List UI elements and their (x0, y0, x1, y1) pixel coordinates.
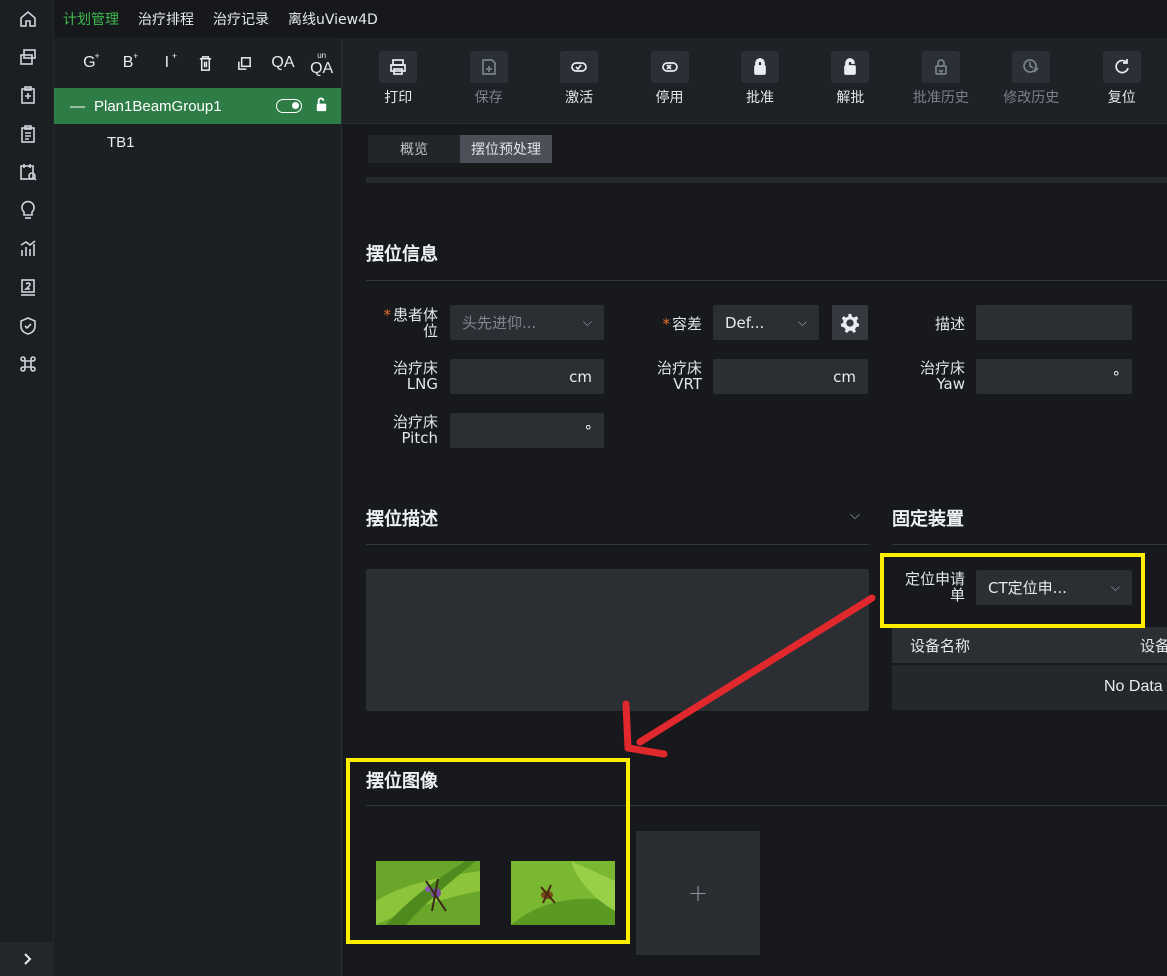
add-image-button[interactable]: I + (147, 48, 186, 78)
couch-vrt-input[interactable]: cm (713, 359, 868, 394)
setup-description-title: 摆位描述 (366, 509, 438, 530)
section-divider (366, 177, 1167, 183)
clock-edit-icon (1023, 59, 1039, 73)
approve-button[interactable]: 批准 (715, 38, 805, 107)
gear-icon (840, 313, 860, 333)
tab-plan-management[interactable]: 计划管理 (63, 9, 119, 29)
setup-info-title: 摆位信息 (366, 244, 438, 265)
couch-pitch-label: 治疗床 Pitch (392, 413, 438, 447)
fixation-table-header: 设备名称 设备参数 (892, 627, 1167, 663)
trash-icon (199, 55, 212, 71)
lock-history-icon (934, 59, 947, 75)
tree-toolbar: G + B + I + QA un QA (54, 38, 341, 88)
delete-button[interactable] (186, 48, 225, 78)
action-toolbar: 打印 保存 激活 停用 批准 解批 批准历史 修改历史 复位 (342, 38, 1167, 124)
patient-position-label: * 患者体位 (383, 306, 438, 340)
unlock-icon (314, 96, 341, 116)
reset-icon (1115, 59, 1129, 74)
plan-name: Plan1BeamGroup1 (94, 97, 222, 115)
tab-treatment-records[interactable]: 治疗记录 (213, 9, 269, 29)
clipboard-list-icon[interactable] (17, 123, 39, 145)
lock-icon (754, 58, 766, 75)
chevron-down-icon: ⌵ (582, 315, 592, 329)
shield-check-icon[interactable] (17, 315, 39, 337)
chevron-right-icon (24, 953, 32, 965)
save-icon (481, 59, 496, 75)
chevron-down-icon[interactable]: ⌵ (850, 508, 860, 523)
setup-description-divider (366, 544, 869, 545)
toggle-off-icon (661, 62, 678, 72)
description-label: 描述 (934, 315, 965, 333)
tree-item-tb1[interactable]: TB1 (54, 124, 341, 160)
col-device-name: 设备名称 (910, 636, 971, 655)
copy-icon (237, 56, 251, 70)
tolerance-label: * 容差 (662, 315, 702, 333)
calendar-search-icon[interactable] (17, 161, 39, 183)
clipboard-plus-icon[interactable] (17, 84, 39, 106)
printer-icon (390, 59, 407, 75)
print-button[interactable]: 打印 (353, 38, 443, 107)
tolerance-select[interactable]: Def... ⌵ (713, 305, 819, 340)
description-input[interactable] (976, 305, 1132, 340)
unapprove-button[interactable]: 解批 (805, 38, 895, 107)
collapse-icon[interactable]: — (70, 98, 85, 115)
fixation-divider (892, 544, 1167, 545)
sub-tabs: 概览 摆位预处理 (368, 135, 552, 163)
toggle-on-icon (571, 62, 587, 72)
fixation-device-title: 固定装置 (892, 509, 964, 530)
couch-vrt-label: 治疗床 VRT (656, 359, 702, 393)
chart-icon[interactable] (17, 238, 39, 260)
tab-treatment-schedule[interactable]: 治疗排程 (138, 9, 194, 29)
deactivate-button[interactable]: 停用 (624, 38, 714, 107)
expand-rail-button[interactable] (0, 942, 54, 976)
command-icon[interactable] (17, 353, 39, 375)
couch-yaw-label: 治疗床 Yaw (919, 359, 965, 393)
qa-button[interactable]: QA (264, 48, 303, 78)
save-button[interactable]: 保存 (443, 38, 533, 107)
highlight-ct-request (880, 553, 1145, 628)
tree-item-plan[interactable]: — Plan1BeamGroup1 (54, 88, 341, 124)
top-nav: 计划管理 治疗排程 治疗记录 离线uView4D (54, 0, 1167, 38)
highlight-setup-images (346, 758, 630, 944)
tab-setup-preprocess[interactable]: 摆位预处理 (460, 135, 552, 163)
col-device-params: 设备参数 (1139, 636, 1167, 655)
approve-history-button[interactable]: 批准历史 (896, 38, 986, 107)
activate-button[interactable]: 激活 (534, 38, 624, 107)
setup-info-divider (366, 280, 1167, 281)
patient-position-select[interactable]: 头先进仰... ⌵ (450, 305, 604, 340)
add-setup-image-button[interactable]: + (636, 831, 760, 955)
tolerance-settings-button[interactable] (832, 305, 868, 340)
duplicate-button[interactable] (225, 48, 264, 78)
add-beam-button[interactable]: B + (109, 48, 148, 78)
reset-button[interactable]: 复位 (1077, 38, 1167, 107)
copy-stack-icon[interactable] (17, 46, 39, 68)
left-rail (0, 0, 54, 976)
couch-yaw-input[interactable]: ° (976, 359, 1132, 394)
add-group-button[interactable]: G + (70, 48, 109, 78)
home-icon[interactable] (17, 8, 39, 30)
couch-lng-input[interactable]: cm (450, 359, 604, 394)
setup-description-textarea[interactable] (366, 569, 869, 711)
plan-tree-panel: G + B + I + QA un QA — Plan1BeamGroup1 TB1 (54, 38, 342, 976)
unlock-icon (844, 58, 857, 75)
tab-overview[interactable]: 概览 (368, 135, 460, 163)
modify-history-button[interactable]: 修改历史 (986, 38, 1076, 107)
fixation-table-empty: No Data (892, 665, 1167, 710)
couch-lng-label: 治疗床 LNG (392, 359, 438, 393)
tab-offline-uview4d[interactable]: 离线uView4D (288, 9, 378, 29)
lightbulb-icon[interactable] (17, 199, 39, 221)
couch-pitch-input[interactable]: ° (450, 413, 604, 448)
un-qa-button[interactable]: un QA (302, 48, 341, 78)
badge-2-icon[interactable] (17, 276, 39, 298)
chevron-down-icon: ⌵ (797, 315, 807, 329)
active-toggle-icon (276, 99, 302, 113)
